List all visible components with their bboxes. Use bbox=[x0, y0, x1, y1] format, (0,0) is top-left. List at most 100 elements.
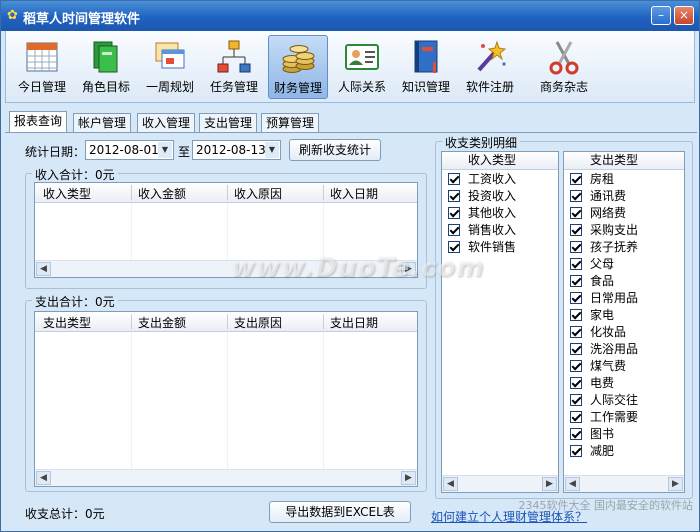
tab-budget-management[interactable]: 预算管理 bbox=[261, 113, 320, 133]
scroll-left-icon[interactable]: ◀ bbox=[443, 477, 458, 491]
expense-category-item[interactable]: 食品 bbox=[570, 273, 614, 290]
checkbox-checked-icon[interactable] bbox=[448, 224, 460, 236]
income-category-item[interactable]: 其他收入 bbox=[448, 205, 516, 222]
coins-icon bbox=[282, 45, 315, 73]
refresh-stats-button[interactable]: 刷新收支统计 bbox=[289, 139, 381, 161]
scroll-right-icon[interactable]: ▶ bbox=[542, 477, 557, 491]
chevron-down-icon[interactable]: ▼ bbox=[158, 142, 172, 158]
expense-col-reason: 支出原因 bbox=[234, 316, 283, 330]
checkbox-checked-icon[interactable] bbox=[570, 241, 582, 253]
column-divider bbox=[227, 185, 228, 200]
checkbox-checked-icon[interactable] bbox=[448, 207, 460, 219]
start-date-picker[interactable]: 2012-08-01 ▼ bbox=[85, 140, 174, 160]
expense-category-list[interactable]: 支出类型 房租 通讯费 网络费 采购支出 孩子抚养 父母 食品 日常用品 家电 化妆品 洗浴用品 煤气… bbox=[563, 151, 685, 493]
expense-category-item[interactable]: 家电 bbox=[570, 307, 614, 324]
income-category-header: 收入类型 bbox=[442, 152, 558, 170]
expense-table[interactable]: 支出类型 支出金额 支出原因 支出日期 ◀ ▶ bbox=[34, 311, 418, 487]
end-date-picker[interactable]: 2012-08-13 ▼ bbox=[192, 140, 281, 160]
toolbar-button-knowledge[interactable]: 知识管理 bbox=[396, 35, 456, 99]
expense-category-item[interactable]: 父母 bbox=[570, 256, 614, 273]
expense-category-item[interactable]: 减肥 bbox=[570, 443, 614, 460]
toolbar-button-weekly[interactable]: 一周规划 bbox=[140, 35, 200, 99]
toolbar-button-roles[interactable]: 角色目标 bbox=[76, 35, 136, 99]
expense-category-item[interactable]: 日常用品 bbox=[570, 290, 638, 307]
toolbar-label: 商务杂志 bbox=[539, 80, 588, 94]
tab-expense-management[interactable]: 支出管理 bbox=[199, 113, 258, 133]
expense-category-item[interactable]: 孩子抚养 bbox=[570, 239, 638, 256]
toolbar-label: 知识管理 bbox=[401, 80, 450, 94]
category-detail-title: 收支类别明细 bbox=[442, 134, 521, 151]
export-excel-button[interactable]: 导出数据到EXCEL表 bbox=[269, 501, 411, 523]
income-category-item[interactable]: 投资收入 bbox=[448, 188, 516, 205]
tab-divider bbox=[5, 132, 697, 133]
window-title: 稻草人时间管理软件 bbox=[23, 12, 141, 27]
checkbox-checked-icon[interactable] bbox=[448, 190, 460, 202]
checkbox-checked-icon[interactable] bbox=[570, 207, 582, 219]
expense-category-item[interactable]: 图书 bbox=[570, 426, 614, 443]
checkbox-checked-icon[interactable] bbox=[448, 173, 460, 185]
contact-card-icon bbox=[345, 44, 379, 70]
expense-category-item[interactable]: 洗浴用品 bbox=[570, 341, 638, 358]
expense-category-item[interactable]: 电费 bbox=[570, 375, 614, 392]
income-category-item[interactable]: 销售收入 bbox=[448, 222, 516, 239]
tab-account-management[interactable]: 帐户管理 bbox=[73, 113, 132, 133]
income-category-list[interactable]: 收入类型 工资收入 投资收入 其他收入 销售收入 软件销售 ◀ ▶ bbox=[441, 151, 559, 493]
checkbox-checked-icon[interactable] bbox=[570, 309, 582, 321]
toolbar-button-today[interactable]: 今日管理 bbox=[12, 35, 72, 99]
checkbox-checked-icon[interactable] bbox=[570, 224, 582, 236]
scroll-right-icon[interactable]: ▶ bbox=[401, 471, 416, 485]
minimize-button[interactable]: – bbox=[651, 6, 671, 25]
toolbar-label: 今日管理 bbox=[17, 80, 66, 94]
expense-category-item[interactable]: 煤气费 bbox=[570, 358, 626, 375]
expense-category-item[interactable]: 采购支出 bbox=[570, 222, 638, 239]
toolbar-button-finance[interactable]: 财务管理 bbox=[268, 35, 328, 99]
expense-category-label: 洗浴用品 bbox=[590, 342, 639, 356]
tab-report-query[interactable]: 报表查询 bbox=[9, 111, 68, 133]
checkbox-checked-icon[interactable] bbox=[570, 343, 582, 355]
close-button[interactable]: × bbox=[674, 6, 694, 25]
expense-category-item[interactable]: 房租 bbox=[570, 171, 614, 188]
checkbox-checked-icon[interactable] bbox=[570, 190, 582, 202]
income-category-item[interactable]: 工资收入 bbox=[448, 171, 516, 188]
expense-hscrollbar[interactable]: ◀ ▶ bbox=[35, 469, 417, 486]
title-bar[interactable]: ✿ 稻草人时间管理软件 – × bbox=[1, 1, 699, 31]
checkbox-checked-icon[interactable] bbox=[570, 275, 582, 287]
checkbox-checked-icon[interactable] bbox=[570, 445, 582, 457]
checkbox-checked-icon[interactable] bbox=[570, 428, 582, 440]
checkbox-checked-icon[interactable] bbox=[570, 411, 582, 423]
checkbox-checked-icon[interactable] bbox=[570, 326, 582, 338]
scroll-left-icon[interactable]: ◀ bbox=[565, 477, 580, 491]
column-divider bbox=[131, 314, 132, 329]
toolbar-label: 软件注册 bbox=[465, 80, 514, 94]
checkbox-checked-icon[interactable] bbox=[448, 241, 460, 253]
toolbar-label: 一周规划 bbox=[145, 80, 194, 94]
grid-line bbox=[323, 332, 324, 470]
scroll-left-icon[interactable]: ◀ bbox=[36, 471, 51, 485]
scroll-left-icon[interactable]: ◀ bbox=[36, 262, 51, 276]
scroll-right-icon[interactable]: ▶ bbox=[668, 477, 683, 491]
expense-category-item[interactable]: 人际交往 bbox=[570, 392, 638, 409]
checkbox-checked-icon[interactable] bbox=[570, 173, 582, 185]
expense-col-type: 支出类型 bbox=[43, 316, 92, 330]
expense-category-item[interactable]: 化妆品 bbox=[570, 324, 626, 341]
expense-category-item[interactable]: 工作需要 bbox=[570, 409, 638, 426]
income-category-label: 销售收入 bbox=[468, 223, 517, 237]
expense-category-label: 房租 bbox=[590, 172, 615, 186]
toolbar-button-magazine[interactable]: 商务杂志 bbox=[534, 35, 594, 99]
toolbar-button-contacts[interactable]: 人际关系 bbox=[332, 35, 392, 99]
checkbox-checked-icon[interactable] bbox=[570, 258, 582, 270]
income-total: 收入合计：0元 bbox=[32, 166, 118, 183]
checkbox-checked-icon[interactable] bbox=[570, 377, 582, 389]
toolbar-button-register[interactable]: 软件注册 bbox=[460, 35, 520, 99]
grid-line bbox=[131, 203, 132, 261]
income-list-hscrollbar[interactable]: ◀ ▶ bbox=[442, 475, 558, 492]
tab-income-management[interactable]: 收入管理 bbox=[137, 113, 196, 133]
chevron-down-icon[interactable]: ▼ bbox=[265, 142, 279, 158]
checkbox-checked-icon[interactable] bbox=[570, 360, 582, 372]
checkbox-checked-icon[interactable] bbox=[570, 292, 582, 304]
toolbar-button-tasks[interactable]: 任务管理 bbox=[204, 35, 264, 99]
expense-category-item[interactable]: 网络费 bbox=[570, 205, 626, 222]
expense-category-item[interactable]: 通讯费 bbox=[570, 188, 626, 205]
expense-list-hscrollbar[interactable]: ◀ ▶ bbox=[564, 475, 684, 492]
checkbox-checked-icon[interactable] bbox=[570, 394, 582, 406]
